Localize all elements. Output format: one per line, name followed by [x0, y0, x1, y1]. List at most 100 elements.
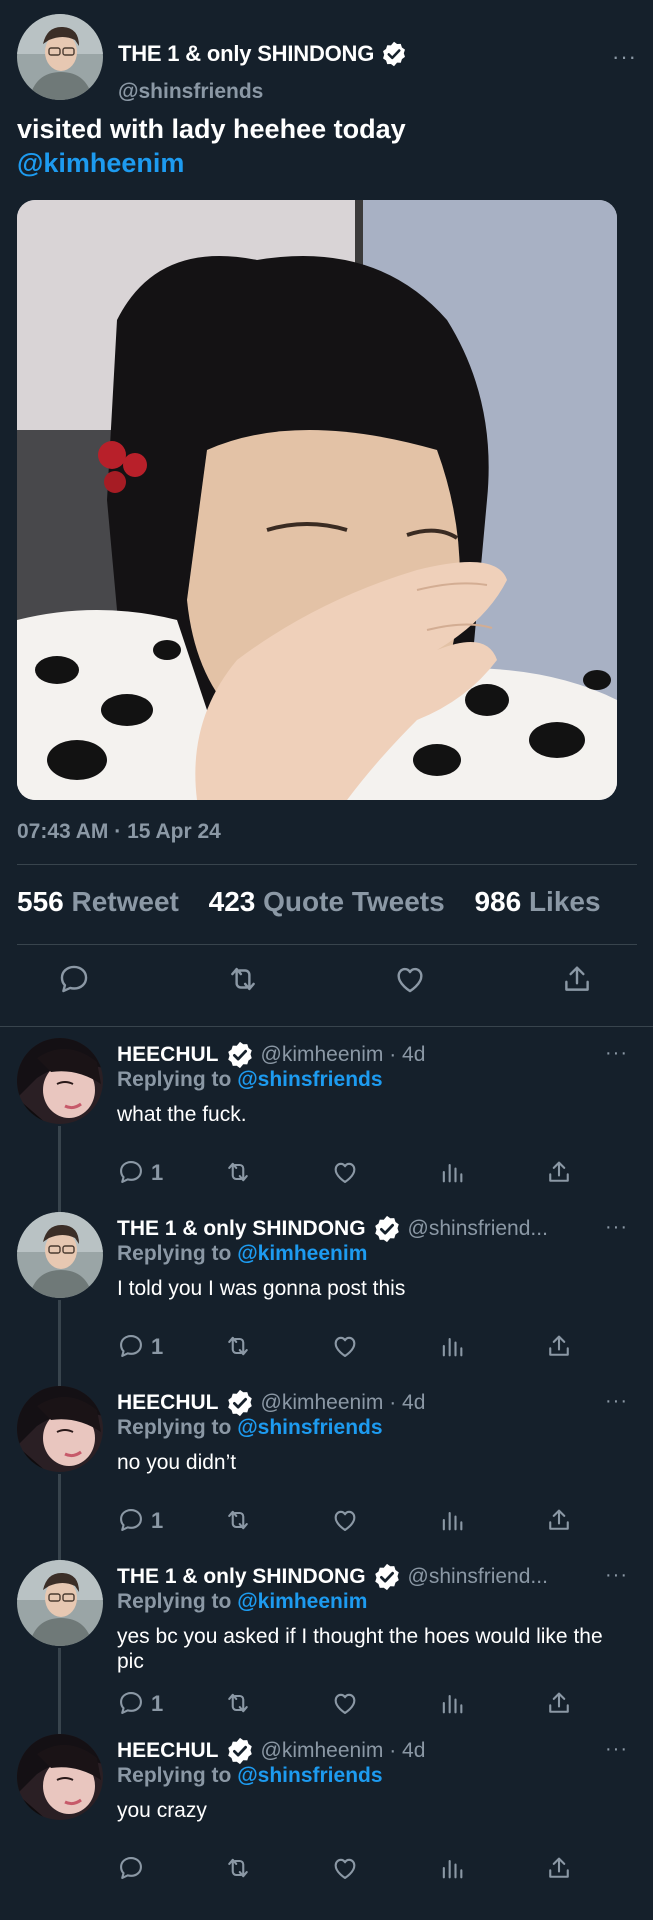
- more-options-icon[interactable]: ···: [605, 1216, 628, 1239]
- reply-action-bar: [117, 1854, 597, 1884]
- replying-prefix: Replying to: [117, 1242, 232, 1265]
- tweet-timestamp[interactable]: 07:43 AM · 15 Apr 24: [17, 820, 221, 844]
- like-icon[interactable]: [331, 1506, 359, 1534]
- reply-author-handle[interactable]: @shinsfriend...: [408, 1565, 548, 1589]
- reply-author-name[interactable]: HEECHUL: [117, 1739, 219, 1763]
- reply-count: 1: [151, 1160, 164, 1185]
- like-icon[interactable]: [331, 1854, 359, 1882]
- likes-label[interactable]: Likes: [529, 886, 601, 917]
- analytics-icon[interactable]: [438, 1854, 466, 1882]
- reply-text: you crazy: [117, 1799, 207, 1822]
- verified-badge-icon: [227, 1389, 252, 1417]
- share-icon[interactable]: [560, 962, 594, 996]
- reply-icon[interactable]: [117, 1332, 145, 1360]
- reply-author-name[interactable]: THE 1 & only SHINDONG: [117, 1217, 366, 1241]
- reply-header: THE 1 & only SHINDONG @shinsfriend...: [117, 1214, 548, 1244]
- retweets-count[interactable]: 556: [17, 886, 64, 917]
- reply-text: what the fuck.: [117, 1103, 247, 1126]
- share-icon[interactable]: [545, 1689, 573, 1717]
- reply-action-bar: 1: [117, 1689, 597, 1719]
- author-avatar[interactable]: [17, 14, 103, 100]
- reply-author-name[interactable]: HEECHUL: [117, 1391, 219, 1415]
- like-icon[interactable]: [331, 1158, 359, 1186]
- reply-text: yes bc you asked if I thought the hoes w…: [117, 1625, 603, 1673]
- retweet-icon[interactable]: [224, 1689, 252, 1717]
- retweet-icon[interactable]: [224, 1158, 252, 1186]
- author-handle[interactable]: @shinsfriends: [118, 80, 263, 104]
- share-icon[interactable]: [545, 1332, 573, 1360]
- reply-author-handle[interactable]: @kimheenim · 4d: [261, 1391, 426, 1415]
- likes-count[interactable]: 986: [474, 886, 521, 917]
- like-icon[interactable]: [393, 962, 427, 996]
- reply-tweet[interactable]: HEECHUL @kimheenim · 4d ··· Replying to …: [0, 1724, 653, 1898]
- tweet-mention-link[interactable]: @kimheenim: [17, 146, 637, 180]
- verified-badge-icon: [374, 1215, 399, 1243]
- more-options-icon[interactable]: ···: [612, 44, 637, 70]
- more-options-icon[interactable]: ···: [605, 1738, 628, 1761]
- like-icon[interactable]: [331, 1689, 359, 1717]
- more-options-icon[interactable]: ···: [605, 1390, 628, 1413]
- divider: [0, 1026, 653, 1027]
- reply-avatar[interactable]: [17, 1212, 103, 1298]
- reply-icon[interactable]: [117, 1158, 145, 1186]
- replying-to: Replying to @kimheenim: [117, 1242, 367, 1266]
- main-tweet-header: THE 1 & only SHINDONG @shinsfriends ···: [17, 14, 637, 103]
- reply-avatar[interactable]: [17, 1734, 103, 1820]
- verified-badge-icon: [227, 1737, 252, 1765]
- retweet-icon[interactable]: [224, 1332, 252, 1360]
- reply-author-handle[interactable]: @shinsfriend...: [408, 1217, 548, 1241]
- replying-prefix: Replying to: [117, 1068, 232, 1091]
- analytics-icon[interactable]: [438, 1506, 466, 1534]
- reply-author-handle[interactable]: @kimheenim · 4d: [261, 1043, 426, 1067]
- replying-to: Replying to @shinsfriends: [117, 1416, 383, 1440]
- reply-avatar[interactable]: [17, 1038, 103, 1124]
- reply-avatar[interactable]: [17, 1560, 103, 1646]
- reply-action-bar: 1: [117, 1158, 597, 1188]
- replying-to-link[interactable]: @shinsfriends: [237, 1068, 382, 1091]
- reply-author-name[interactable]: HEECHUL: [117, 1043, 219, 1067]
- analytics-icon[interactable]: [438, 1689, 466, 1717]
- replying-prefix: Replying to: [117, 1764, 232, 1787]
- reply-header: HEECHUL @kimheenim · 4d: [117, 1736, 425, 1766]
- replying-to-link[interactable]: @kimheenim: [237, 1242, 367, 1265]
- reply-author-name[interactable]: THE 1 & only SHINDONG: [117, 1565, 366, 1589]
- divider: [17, 864, 637, 865]
- reply-author-handle[interactable]: @kimheenim · 4d: [261, 1739, 426, 1763]
- retweet-icon[interactable]: [224, 1854, 252, 1882]
- author-name[interactable]: THE 1 & only SHINDONG: [118, 41, 374, 67]
- reply-icon[interactable]: [57, 962, 91, 996]
- reply-action-bar: 1: [117, 1332, 597, 1362]
- replying-prefix: Replying to: [117, 1590, 232, 1613]
- share-icon[interactable]: [545, 1506, 573, 1534]
- reply-header: HEECHUL @kimheenim · 4d: [117, 1388, 425, 1418]
- reply-icon[interactable]: [117, 1506, 145, 1534]
- verified-badge-icon: [374, 1563, 399, 1591]
- divider: [17, 944, 637, 945]
- reply-icon[interactable]: [117, 1854, 145, 1882]
- replying-to-link[interactable]: @kimheenim: [237, 1590, 367, 1613]
- analytics-icon[interactable]: [438, 1332, 466, 1360]
- retweets-label[interactable]: Retweet: [72, 886, 179, 917]
- reply-tweet[interactable]: HEECHUL @kimheenim · 4d ··· Replying to …: [0, 1376, 653, 1550]
- tweet-stats: 556 Retweet 423 Quote Tweets 986 Likes: [17, 886, 653, 918]
- reply-tweet[interactable]: HEECHUL @kimheenim · 4d ··· Replying to …: [0, 1028, 653, 1202]
- replying-to-link[interactable]: @shinsfriends: [237, 1764, 382, 1787]
- retweet-icon[interactable]: [226, 962, 260, 996]
- reply-icon[interactable]: [117, 1689, 145, 1717]
- share-icon[interactable]: [545, 1854, 573, 1882]
- reply-text: I told you I was gonna post this: [117, 1277, 406, 1300]
- reply-tweet[interactable]: THE 1 & only SHINDONG @shinsfriend... ··…: [0, 1550, 653, 1724]
- more-options-icon[interactable]: ···: [605, 1564, 628, 1587]
- tweet-photo[interactable]: [17, 200, 617, 800]
- reply-avatar[interactable]: [17, 1386, 103, 1472]
- replying-to-link[interactable]: @shinsfriends: [237, 1416, 382, 1439]
- quotes-label[interactable]: Quote Tweets: [263, 886, 445, 917]
- verified-badge-icon: [227, 1041, 252, 1069]
- share-icon[interactable]: [545, 1158, 573, 1186]
- more-options-icon[interactable]: ···: [605, 1042, 628, 1065]
- like-icon[interactable]: [331, 1332, 359, 1360]
- retweet-icon[interactable]: [224, 1506, 252, 1534]
- analytics-icon[interactable]: [438, 1158, 466, 1186]
- reply-tweet[interactable]: THE 1 & only SHINDONG @shinsfriend... ··…: [0, 1202, 653, 1376]
- quotes-count[interactable]: 423: [209, 886, 256, 917]
